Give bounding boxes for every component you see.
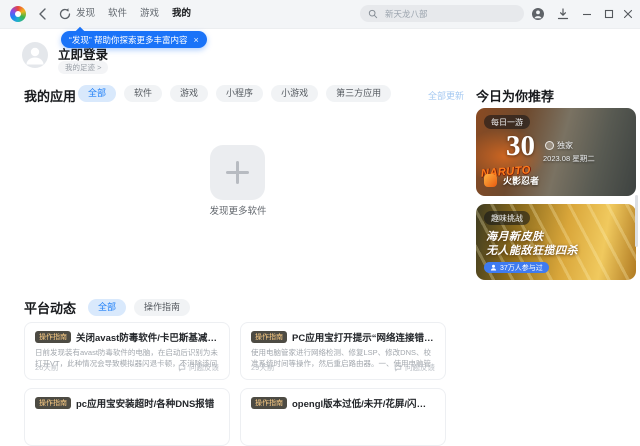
news-tab-all[interactable]: 全部	[88, 299, 127, 316]
article-badge: 操作指南	[251, 397, 287, 409]
title-bar: 发现 软件 游戏 我的	[0, 0, 640, 29]
article-title: pc应用宝安装超时/各种DNS报错	[76, 399, 215, 410]
close-icon[interactable]	[621, 7, 635, 21]
daily-game-badge: 每日一游	[484, 115, 530, 129]
back-icon[interactable]	[36, 7, 50, 21]
daily-game-name-row: 火影忍者	[484, 174, 539, 187]
update-all-button[interactable]: 全部更新	[428, 89, 464, 102]
add-software-label[interactable]: 发现更多软件	[183, 203, 293, 217]
tab-games[interactable]: 游戏	[170, 85, 209, 102]
tooltip-close-icon[interactable]: ×	[194, 35, 199, 45]
download-manager-icon[interactable]	[556, 7, 570, 21]
news-title: 平台动态	[24, 301, 77, 316]
nav-tab-games[interactable]: 游戏	[140, 0, 159, 28]
avatar[interactable]	[22, 42, 48, 68]
daily-game-date: 2023.08 星期二	[543, 154, 595, 163]
nav-tab-mine[interactable]: 我的	[172, 0, 191, 28]
refresh-icon[interactable]	[58, 7, 72, 21]
account-icon[interactable]	[531, 7, 545, 21]
challenge-card[interactable]: 趣味挑战 海月新皮肤 无人能敌狂揽四杀 37万人参与过	[476, 204, 636, 280]
feedback-icon	[178, 364, 186, 372]
my-apps-title: 我的应用	[24, 89, 77, 104]
article-card[interactable]: 操作指南 pc应用宝安装超时/各种DNS报错	[24, 388, 230, 446]
minimize-icon[interactable]	[580, 7, 594, 21]
tab-minigames[interactable]: 小游戏	[271, 85, 319, 102]
main-nav: 发现 软件 游戏 我的	[76, 0, 191, 28]
challenge-line2: 无人能敌狂揽四杀	[486, 245, 578, 257]
article-title: PC应用宝打开提示“网络连接错误”	[292, 333, 435, 344]
search-box[interactable]	[360, 5, 524, 22]
tab-miniprograms[interactable]: 小程序	[216, 85, 264, 102]
article-card[interactable]: 操作指南 关闭avast防毒软件/卡巴斯基减少卡顿现象 日前发现装有avast防…	[24, 322, 230, 380]
tab-all[interactable]: 全部	[78, 85, 117, 102]
nav-tab-discover[interactable]: 发现	[76, 0, 95, 28]
game-icon	[484, 174, 497, 187]
article-card[interactable]: 操作指南 PC应用宝打开提示“网络连接错误” 使用电脑管家进行网络检测、修复LS…	[240, 322, 446, 380]
article-badge: 操作指南	[35, 397, 71, 409]
article-badge: 操作指南	[35, 331, 71, 343]
tag-dot-icon	[545, 141, 554, 150]
search-input[interactable]	[383, 7, 507, 20]
article-card[interactable]: 操作指南 opengl版本过低/未开/花屏/闪退，升级显卡驱动…	[240, 388, 446, 446]
feedback-link[interactable]: 问题反馈	[394, 362, 435, 373]
my-apps-tabs: 全部 软件 游戏 小程序 小游戏 第三方应用	[78, 85, 392, 102]
nav-tab-software[interactable]: 软件	[108, 0, 127, 28]
footprints-link[interactable]: 我的足迹 >	[58, 61, 109, 74]
maximize-icon[interactable]	[602, 7, 616, 21]
article-badge: 操作指南	[251, 331, 287, 343]
recommend-title: 今日为你推荐	[476, 89, 555, 104]
article-title: opengl版本过低/未开/花屏/闪退，升级显卡驱动…	[292, 399, 435, 410]
feedback-icon	[394, 364, 402, 372]
app-logo-icon	[10, 6, 26, 22]
news-tab-guide[interactable]: 操作指南	[134, 299, 191, 316]
challenge-badge: 趣味挑战	[484, 211, 530, 225]
article-time: 29天前	[251, 363, 275, 372]
daily-game-tag: 独家	[545, 140, 573, 151]
daily-game-day: 30	[506, 130, 535, 162]
add-software-tile[interactable]	[210, 145, 265, 200]
game-name: 火影忍者	[503, 176, 540, 186]
tab-software[interactable]: 软件	[124, 85, 163, 102]
participants-icon	[490, 264, 497, 271]
search-icon	[368, 9, 378, 19]
tab-thirdparty[interactable]: 第三方应用	[326, 85, 392, 102]
article-title: 关闭avast防毒软件/卡巴斯基减少卡顿现象	[76, 333, 219, 344]
article-time: 26天前	[35, 363, 59, 372]
feedback-link[interactable]: 问题反馈	[178, 362, 219, 373]
daily-game-card[interactable]: 每日一游 NARUTO 30 独家 2023.08 星期二 火影忍者	[476, 108, 636, 196]
scrollbar-thumb[interactable]	[635, 195, 638, 247]
challenge-stat-pill: 37万人参与过	[484, 262, 549, 273]
